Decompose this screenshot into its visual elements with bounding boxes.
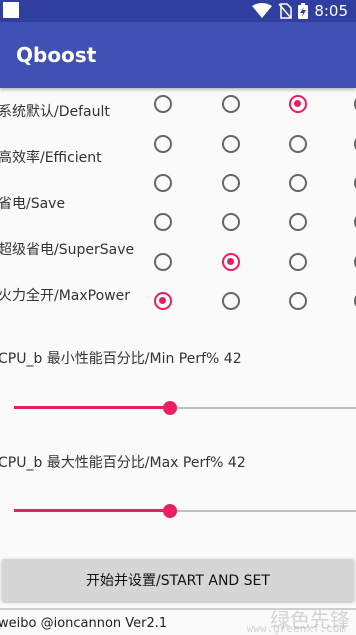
slider-thumb[interactable] xyxy=(163,401,177,415)
radio-button[interactable] xyxy=(154,95,172,113)
radio-button[interactable] xyxy=(154,213,172,231)
slider-thumb[interactable] xyxy=(163,504,177,518)
radio-button[interactable] xyxy=(289,213,307,231)
mode-label: 超级省电/SuperSave xyxy=(0,242,135,258)
slider-fill xyxy=(14,406,170,409)
mode-label: 高效率/Efficient xyxy=(0,150,102,166)
footer-text: weibo @ioncannon Ver2.1 xyxy=(0,616,168,631)
max-perf-label: CPU_b 最大性能百分比/Max Perf% 42 xyxy=(0,455,246,471)
radio-button[interactable] xyxy=(222,135,240,153)
app-title: Qboost xyxy=(16,43,97,67)
watermark-url: www.greenxf.com xyxy=(246,622,346,635)
max-perf-slider[interactable] xyxy=(14,504,356,518)
radio-button[interactable] xyxy=(289,292,307,310)
mode-label: 省电/Save xyxy=(0,196,66,212)
radio-button[interactable] xyxy=(289,95,307,113)
min-perf-label: CPU_b 最小性能百分比/Min Perf% 42 xyxy=(0,351,242,367)
radio-button[interactable] xyxy=(289,174,307,192)
battery-icon xyxy=(298,3,309,19)
radio-button[interactable] xyxy=(222,95,240,113)
radio-button[interactable] xyxy=(154,292,172,310)
radio-button[interactable] xyxy=(289,253,307,271)
mode-label: 系统默认/Default xyxy=(0,104,110,120)
wifi-icon xyxy=(252,3,273,18)
radio-button[interactable] xyxy=(289,135,307,153)
status-bar: 8:05 xyxy=(0,0,356,22)
radio-button[interactable] xyxy=(154,135,172,153)
clock: 8:05 xyxy=(314,2,348,20)
radio-button[interactable] xyxy=(222,253,240,271)
mode-label: 火力全开/MaxPower xyxy=(0,288,130,304)
min-perf-slider[interactable] xyxy=(14,401,356,415)
no-sim-icon xyxy=(278,3,293,19)
radio-button[interactable] xyxy=(222,213,240,231)
start-and-set-button[interactable]: 开始并设置/START AND SET xyxy=(2,559,354,601)
radio-button[interactable] xyxy=(222,292,240,310)
radio-button[interactable] xyxy=(154,174,172,192)
radio-button[interactable] xyxy=(154,253,172,271)
radio-button[interactable] xyxy=(222,174,240,192)
app-bar: Qboost xyxy=(0,22,356,88)
slider-fill xyxy=(14,509,170,512)
notification-icon xyxy=(3,2,19,18)
